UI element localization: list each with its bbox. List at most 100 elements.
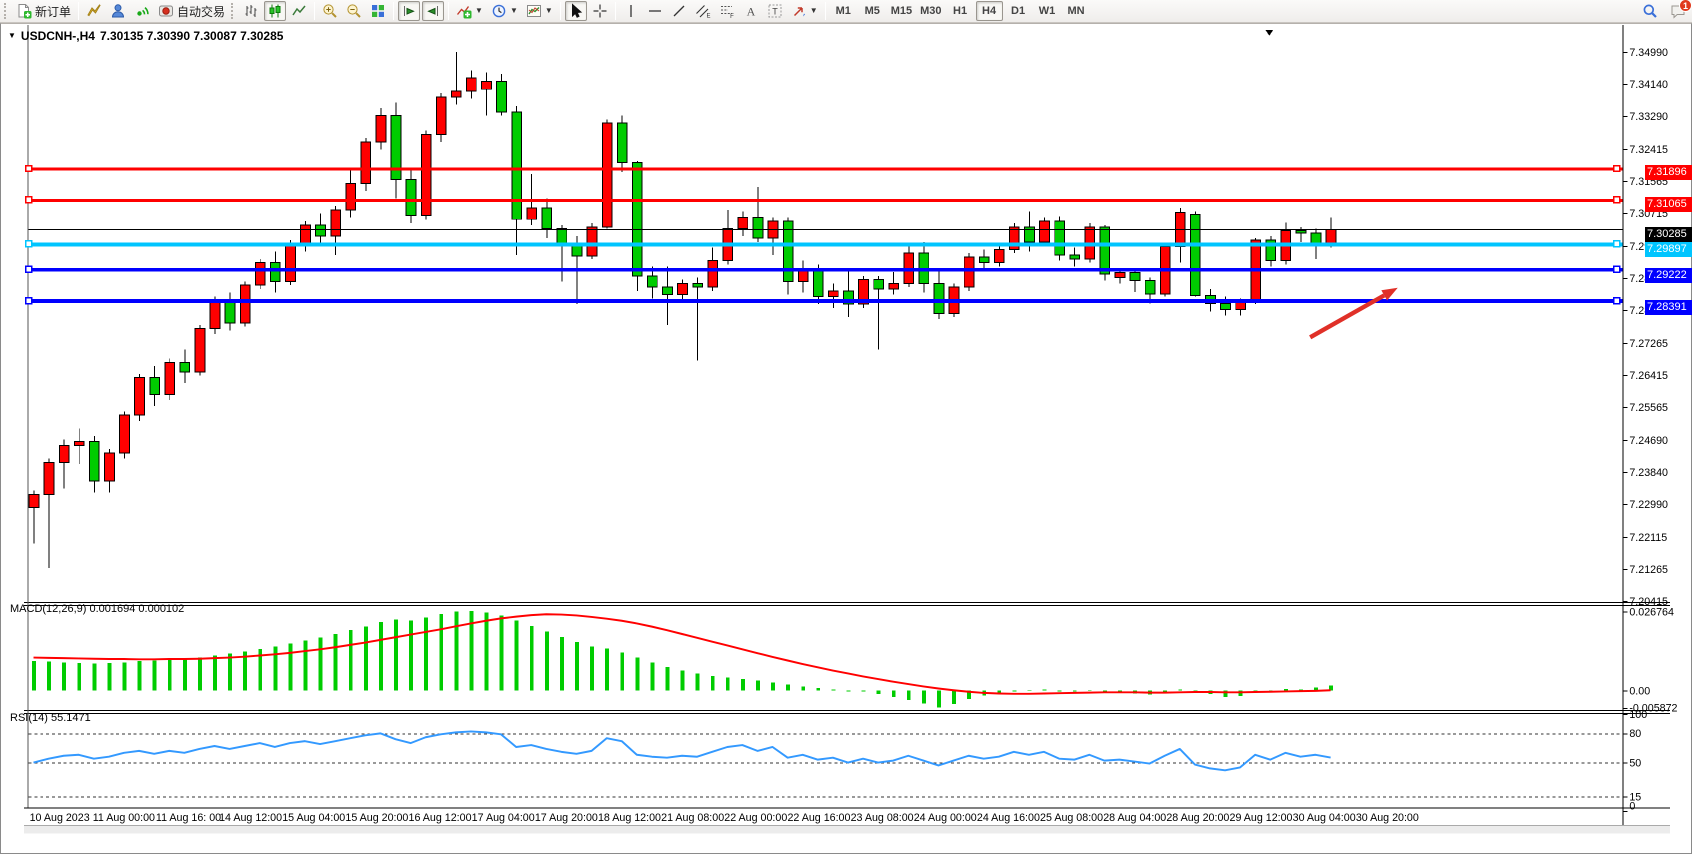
search-icon [1642,3,1658,19]
periods-button[interactable]: ▼ [488,1,521,21]
line-chart-button[interactable] [288,1,310,21]
timeframe-m15-button[interactable]: M15 [888,1,915,21]
candlestick-button[interactable] [264,1,286,21]
signals-button[interactable] [131,1,153,21]
tile-windows-icon [370,3,386,19]
svg-text:E: E [706,14,710,20]
timeframe-mn-button[interactable]: MN [1063,1,1090,21]
trendline-button[interactable] [668,1,690,21]
trendline-icon [671,3,687,19]
current-price-tag: 7.30285 [1645,227,1692,242]
indicators-button[interactable]: ▼ [453,1,486,21]
horizontal-line-button[interactable] [644,1,666,21]
time-axis-label: 22 Aug 00:00 [724,812,787,824]
line-chart-icon [291,3,307,19]
auto-scroll-button[interactable] [398,1,420,21]
cursor-arrow-icon [568,3,584,19]
equidistant-channel-button[interactable]: E [692,1,714,21]
timeframe-d1-button[interactable]: D1 [1005,1,1032,21]
svg-text:7.24690: 7.24690 [1629,435,1668,447]
zoom-out-icon [346,3,362,19]
templates-button[interactable]: ▼ [523,1,556,21]
price-chart-canvas[interactable]: 7.349907.341407.332907.324157.315657.307… [1,24,1692,855]
autotrading-button[interactable]: 自动交易 [155,1,228,21]
chart-shift-button[interactable] [422,1,444,21]
chart-ohlc-values: 7.30135 7.30390 7.30087 7.30285 [100,29,284,43]
hline-price-tag: 7.31065 [1645,197,1692,212]
svg-text:T: T [772,7,778,17]
horizontal-line-icon [647,3,663,19]
svg-text:7.27265: 7.27265 [1629,338,1668,350]
svg-text:7.23840: 7.23840 [1629,467,1668,479]
time-axis-label: 22 Aug 16:00 [787,812,850,824]
new-order-button[interactable]: 新订单 [13,1,74,21]
text-button[interactable]: A [740,1,762,21]
time-axis-label: 30 Aug 20:00 [1356,812,1419,824]
chart-shift-icon [425,3,441,19]
time-axis-label: 16 Aug 12:00 [409,812,472,824]
fibonacci-button[interactable]: F [716,1,738,21]
navigator-button[interactable] [107,1,129,21]
hline-price-tag: 7.29222 [1645,268,1692,283]
zoom-out-button[interactable] [343,1,365,21]
indicators-icon [456,3,472,19]
svg-text:0.00: 0.00 [1629,685,1650,697]
vertical-line-button[interactable] [620,1,642,21]
chevron-down-icon: ▼ [545,7,553,15]
tile-windows-button[interactable] [367,1,389,21]
new-order-label: 新订单 [35,3,71,20]
macd-indicator-label: MACD(12,26,9) 0.001694 0.000102 [10,603,184,615]
svg-text:7.25565: 7.25565 [1629,402,1668,414]
crosshair-icon [592,3,608,19]
bar-chart-button[interactable] [240,1,262,21]
time-axis-label: 21 Aug 08:00 [661,812,724,824]
time-axis-label: 10 Aug 2023 [30,812,90,824]
autotrading-label: 自动交易 [177,3,225,20]
toolbar-right-group: 1 [1638,1,1686,21]
chart-symbol-period: USDCNH-,H4 [21,29,95,43]
arrows-button[interactable]: ▼ [788,1,821,21]
chart-collapse-icon[interactable]: ▼ [8,32,16,40]
timeframe-m5-button[interactable]: M5 [859,1,886,21]
separator [448,2,449,20]
mt4-window: { "toolbar": { "new_order_label": "新订单",… [0,0,1692,854]
svg-text:7.34140: 7.34140 [1629,79,1668,91]
toolbar-grip[interactable] [231,3,236,19]
chat-button[interactable]: 1 [1670,3,1686,19]
timeframe-w1-button[interactable]: W1 [1034,1,1061,21]
chart-window[interactable]: 7.349907.341407.332907.324157.315657.307… [0,23,1692,854]
hline-price-tag: 7.28391 [1645,300,1692,315]
time-axis-label: 11 Aug 00:00 [93,812,155,824]
crosshair-button[interactable] [589,1,611,21]
time-axis-label: 14 Aug 12:00 [219,812,282,824]
svg-text:7.21265: 7.21265 [1629,564,1668,576]
template-chart-icon [526,3,542,19]
market-watch-icon [86,3,102,19]
toolbar-grip[interactable] [4,3,9,19]
search-button[interactable] [1639,1,1661,21]
market-watch-button[interactable] [83,1,105,21]
separator [78,2,79,20]
svg-text:80: 80 [1629,728,1641,740]
svg-text:7.33290: 7.33290 [1629,111,1668,123]
timeframe-m30-button[interactable]: M30 [917,1,944,21]
cursor-button[interactable] [565,1,587,21]
time-axis-label: 28 Aug 20:00 [1166,812,1229,824]
hline-price-tag: 7.31896 [1645,165,1692,180]
timeframe-group: M1M5M15M30H1H4D1W1MN [829,1,1091,21]
label-button[interactable]: T [764,1,786,21]
notification-badge: 1 [1679,0,1692,12]
navigator-person-icon [110,3,126,19]
zoom-in-button[interactable] [319,1,341,21]
timeframe-h4-button[interactable]: H4 [976,1,1003,21]
text-a-icon: A [743,3,759,19]
time-axis-label: 25 Aug 08:00 [1040,812,1103,824]
svg-text:7.22990: 7.22990 [1629,499,1668,511]
timeframe-h1-button[interactable]: H1 [947,1,974,21]
time-axis-label: 17 Aug 20:00 [535,812,598,824]
svg-text:100: 100 [1629,709,1647,721]
separator [393,2,394,20]
separator [560,2,561,20]
timeframe-m1-button[interactable]: M1 [830,1,857,21]
svg-text:7.26415: 7.26415 [1629,370,1668,382]
